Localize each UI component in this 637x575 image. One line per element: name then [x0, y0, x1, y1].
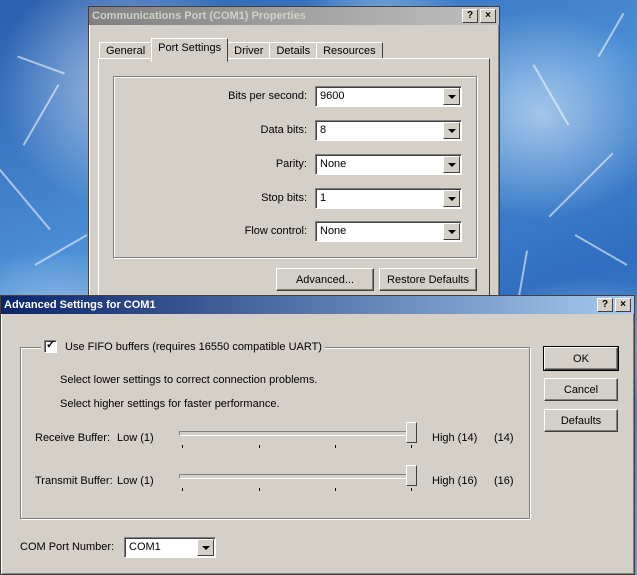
com-port-select[interactable]: COM1	[124, 537, 216, 558]
frost-streak	[532, 64, 570, 126]
advanced-settings-window: Advanced Settings for COM1 ? × Use FIFO …	[0, 295, 635, 575]
frost-streak	[597, 12, 625, 58]
parity-label: Parity:	[275, 158, 307, 170]
parity-value: None	[320, 158, 347, 170]
ok-button[interactable]: OK	[543, 346, 619, 371]
dropdown-arrow-icon[interactable]	[443, 156, 460, 173]
receive-current-value: (14)	[494, 432, 514, 444]
flow-control-label: Flow control:	[244, 225, 307, 237]
transmit-buffer-slider[interactable]	[179, 465, 419, 495]
advanced-titlebar[interactable]: Advanced Settings for COM1 ? ×	[1, 296, 634, 314]
bits-per-second-label: Bits per second:	[228, 90, 307, 102]
frost-streak	[17, 55, 65, 75]
advanced-button[interactable]: Advanced...	[276, 268, 374, 291]
slider-tick	[335, 445, 336, 448]
com1-properties-window: Communications Port (COM1) Properties ? …	[88, 6, 500, 308]
fifo-checkbox-label: Use FIFO buffers (requires 16550 compati…	[65, 340, 322, 353]
hint-lower-settings: Select lower settings to correct connect…	[60, 374, 318, 386]
stop-bits-label: Stop bits:	[261, 192, 307, 204]
slider-tick	[182, 488, 183, 491]
data-bits-label: Data bits:	[260, 124, 307, 136]
frost-streak	[574, 234, 628, 266]
slider-tick	[411, 445, 412, 448]
dropdown-arrow-icon[interactable]	[443, 88, 460, 105]
dropdown-arrow-icon[interactable]	[443, 223, 460, 240]
cancel-button[interactable]: Cancel	[544, 378, 618, 401]
receive-high-label: High (14)	[432, 432, 478, 444]
close-button[interactable]: ×	[615, 298, 631, 312]
restore-defaults-button[interactable]: Restore Defaults	[379, 268, 477, 291]
com-port-value: COM1	[129, 541, 161, 553]
properties-titlebar[interactable]: Communications Port (COM1) Properties ? …	[89, 7, 499, 25]
frost-streak	[0, 159, 51, 231]
fifo-checkbox-row[interactable]: Use FIFO buffers (requires 16550 compati…	[41, 338, 325, 353]
stop-bits-select[interactable]: 1	[315, 188, 462, 209]
fifo-checkbox[interactable]	[44, 338, 57, 353]
bits-per-second-select[interactable]: 9600	[315, 86, 462, 107]
bits-per-second-value: 9600	[320, 90, 345, 102]
defaults-button[interactable]: Defaults	[544, 409, 618, 432]
dropdown-arrow-icon[interactable]	[443, 190, 460, 207]
dropdown-arrow-icon[interactable]	[443, 122, 460, 139]
slider-tick	[259, 488, 260, 491]
parity-select[interactable]: None	[315, 154, 462, 175]
data-bits-select[interactable]: 8	[315, 120, 462, 141]
transmit-low-label: Low (1)	[117, 475, 154, 487]
com-port-number-label: COM Port Number:	[20, 541, 115, 553]
slider-tick	[259, 445, 260, 448]
help-button[interactable]: ?	[597, 298, 613, 312]
receive-buffer-slider[interactable]	[179, 422, 419, 452]
slider-tick	[411, 488, 412, 491]
frost-streak	[548, 152, 614, 218]
advanced-window-title: Advanced Settings for COM1	[4, 299, 156, 311]
tab-port-settings[interactable]: Port Settings	[151, 38, 229, 62]
window-title: Communications Port (COM1) Properties	[92, 10, 306, 22]
data-bits-value: 8	[320, 124, 327, 136]
receive-slider-thumb[interactable]	[406, 422, 417, 443]
slider-tick	[182, 445, 183, 448]
transmit-slider-track[interactable]	[179, 474, 415, 479]
receive-low-label: Low (1)	[117, 432, 154, 444]
slider-tick	[335, 488, 336, 491]
close-button[interactable]: ×	[480, 9, 496, 23]
transmit-current-value: (16)	[494, 475, 514, 487]
transmit-buffer-label: Transmit Buffer:	[35, 475, 113, 487]
frost-streak	[34, 234, 88, 266]
receive-buffer-label: Receive Buffer:	[35, 432, 111, 444]
stop-bits-value: 1	[320, 192, 327, 204]
dropdown-arrow-icon[interactable]	[197, 539, 214, 556]
frost-streak	[22, 84, 60, 146]
transmit-slider-thumb[interactable]	[406, 465, 417, 486]
receive-slider-track[interactable]	[179, 431, 415, 436]
flow-control-select[interactable]: None	[315, 221, 462, 242]
help-button[interactable]: ?	[462, 9, 478, 23]
hint-higher-settings: Select higher settings for faster perfor…	[60, 398, 280, 410]
flow-control-value: None	[320, 225, 347, 237]
transmit-high-label: High (16)	[432, 475, 478, 487]
